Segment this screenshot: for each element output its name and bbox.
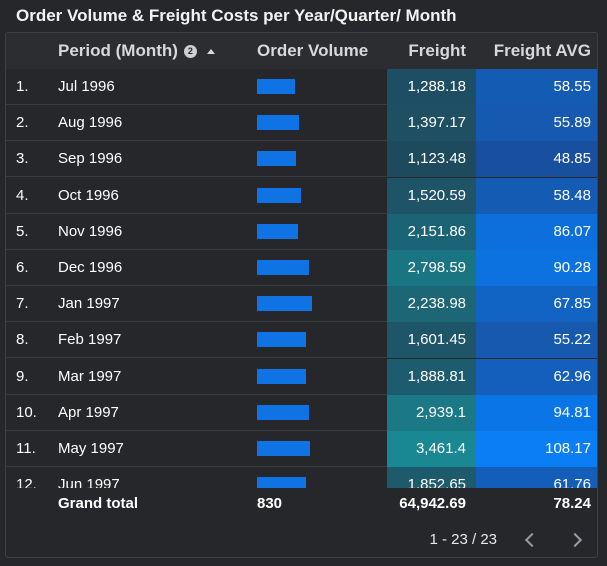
freight-cell: 1,888.81 xyxy=(387,358,476,395)
table-row[interactable]: 12. Jun 1997 1,852.65 61.76 xyxy=(6,467,597,488)
period-cell: Nov 1996 xyxy=(58,222,123,240)
order-volume-column-header[interactable]: Order Volume xyxy=(257,33,368,69)
freight-avg-cell: 90.28 xyxy=(476,250,597,286)
table-row[interactable]: 1. Jul 1996 1,288.18 58.55 xyxy=(6,69,597,105)
row-index: 5. xyxy=(16,222,29,240)
freight-avg-cell: 58.48 xyxy=(476,177,597,214)
freight-avg-column-header[interactable]: Freight AVG xyxy=(476,33,591,69)
freight-cell: 1,520.59 xyxy=(387,177,476,214)
table-row[interactable]: 8. Feb 1997 1,601.45 55.22 xyxy=(6,322,597,359)
freight-cell: 1,852.65 xyxy=(387,467,476,488)
order-volume-bar xyxy=(257,260,309,275)
table-row[interactable]: 10. Apr 1997 2,939.1 94.81 xyxy=(6,394,597,431)
row-index: 10. xyxy=(16,403,37,421)
row-index: 8. xyxy=(16,331,29,349)
table-row[interactable]: 2. Aug 1996 1,397.17 55.89 xyxy=(6,105,597,142)
period-column-header[interactable]: Period (Month) 2 xyxy=(58,33,215,69)
table-row[interactable]: 9. Mar 1997 1,888.81 62.96 xyxy=(6,358,597,395)
pagination-range: 1 - 23 / 23 xyxy=(429,531,497,548)
freight-cell: 1,601.45 xyxy=(387,322,476,359)
period-cell: Jul 1996 xyxy=(58,78,115,95)
order-volume-bar xyxy=(257,296,312,312)
order-volume-bar xyxy=(257,368,306,384)
period-header-label: Period (Month) xyxy=(58,41,178,60)
period-cell: Oct 1996 xyxy=(58,186,119,204)
period-cell: Jun 1997 xyxy=(58,476,120,488)
table-row[interactable]: 3. Sep 1996 1,123.48 48.85 xyxy=(6,141,597,178)
grand-total-freight-avg: 78.24 xyxy=(553,495,591,512)
sort-ascending-icon[interactable] xyxy=(206,49,215,55)
next-page-chevron-icon[interactable] xyxy=(567,531,586,549)
row-index: 9. xyxy=(16,367,29,385)
freight-cell: 2,939.1 xyxy=(387,394,476,431)
freight-avg-cell: 86.07 xyxy=(476,213,597,250)
order-volume-bar xyxy=(257,115,299,131)
row-index: 4. xyxy=(16,186,29,204)
row-index: 7. xyxy=(16,295,29,313)
table-row[interactable]: 4. Oct 1996 1,520.59 58.48 xyxy=(6,177,597,214)
order-volume-bar xyxy=(257,187,301,203)
freight-avg-cell: 55.22 xyxy=(476,322,597,359)
order-volume-bar xyxy=(257,441,310,456)
row-index: 3. xyxy=(16,150,29,168)
freight-avg-cell: 61.76 xyxy=(476,467,597,488)
table-row[interactable]: 6. Dec 1996 2,798.59 90.28 xyxy=(6,250,597,286)
period-cell: Jan 1997 xyxy=(58,295,120,313)
period-cell: May 1997 xyxy=(58,440,124,457)
period-cell: Apr 1997 xyxy=(58,403,119,421)
period-cell: Mar 1997 xyxy=(58,367,122,385)
freight-avg-cell: 67.85 xyxy=(476,286,597,323)
help-badge-icon[interactable]: 2 xyxy=(183,45,197,59)
freight-avg-cell: 94.81 xyxy=(476,394,597,431)
freight-cell: 1,397.17 xyxy=(387,105,476,142)
order-volume-bar xyxy=(257,79,295,94)
freight-avg-cell: 48.85 xyxy=(476,141,597,178)
order-volume-bar xyxy=(257,404,309,420)
freight-cell: 1,123.48 xyxy=(387,141,476,178)
table-row[interactable]: 5. Nov 1996 2,151.86 86.07 xyxy=(6,213,597,250)
freight-avg-cell: 55.89 xyxy=(476,105,597,142)
freight-avg-cell: 62.96 xyxy=(476,358,597,395)
freight-avg-cell: 108.17 xyxy=(476,431,597,467)
grand-total-order-volume: 830 xyxy=(257,495,283,512)
data-table: Period (Month) 2 Order Volume Freight Fre… xyxy=(5,32,598,558)
order-volume-bar xyxy=(257,477,306,488)
order-volume-bar xyxy=(257,332,306,348)
freight-column-header[interactable]: Freight xyxy=(387,33,466,69)
freight-cell: 1,288.18 xyxy=(387,69,476,105)
period-cell: Feb 1997 xyxy=(58,331,122,349)
period-cell: Sep 1996 xyxy=(58,150,123,168)
row-index: 6. xyxy=(16,259,29,276)
period-cell: Dec 1996 xyxy=(58,259,123,276)
period-cell: Aug 1996 xyxy=(58,114,123,132)
grand-total-row: Grand total 830 64,942.69 78.24 xyxy=(6,488,597,520)
table-body[interactable]: 1. Jul 1996 1,288.18 58.55 2. Aug 1996 1,397.1… xyxy=(6,69,597,488)
freight-cell: 2,151.86 xyxy=(387,213,476,250)
freight-avg-cell: 58.55 xyxy=(476,69,597,105)
row-index: 1. xyxy=(16,78,29,95)
report-title: Order Volume & Freight Costs per Year/Qu… xyxy=(16,6,457,25)
row-index: 12. xyxy=(16,476,37,488)
order-volume-bar xyxy=(257,151,296,167)
table-footer: 1 - 23 / 23 xyxy=(6,520,597,557)
freight-cell: 3,461.4 xyxy=(387,431,476,467)
row-index: 11. xyxy=(16,440,36,457)
order-volume-bar xyxy=(257,223,298,239)
table-header: Period (Month) 2 Order Volume Freight Fre… xyxy=(6,33,597,69)
table-row[interactable]: 11. May 1997 3,461.4 108.17 xyxy=(6,431,597,467)
grand-total-label: Grand total xyxy=(58,495,139,512)
grand-total-freight: 64,942.69 xyxy=(399,495,466,512)
previous-page-chevron-icon[interactable] xyxy=(521,531,540,549)
row-index: 2. xyxy=(16,114,29,132)
freight-cell: 2,238.98 xyxy=(387,286,476,323)
table-row[interactable]: 7. Jan 1997 2,238.98 67.85 xyxy=(6,286,597,323)
freight-cell: 2,798.59 xyxy=(387,250,476,286)
